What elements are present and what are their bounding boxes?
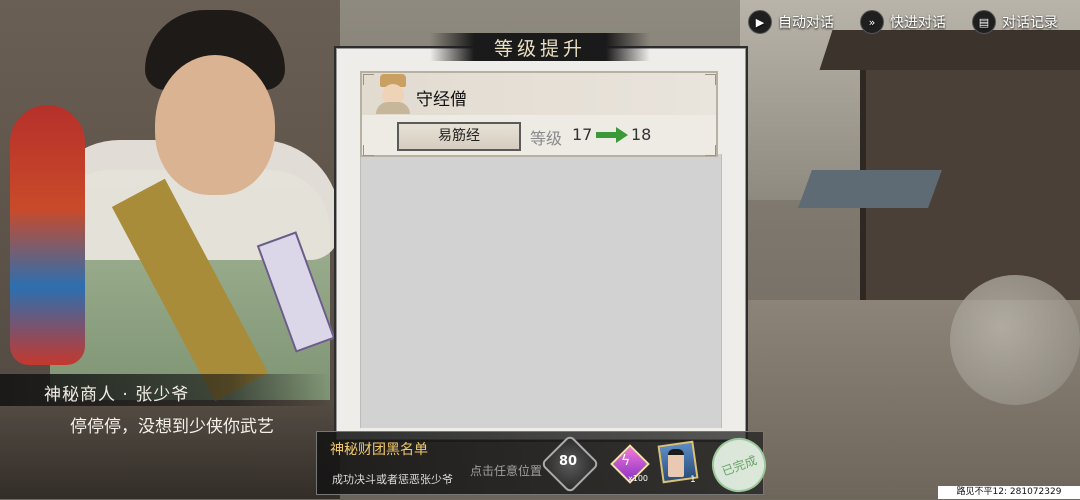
skill-button[interactable]: 易筋经 xyxy=(397,122,521,151)
level-badge-icon: 80 xyxy=(540,434,600,494)
quest-title: 神秘财团黑名单 xyxy=(330,442,428,458)
level-to: 18 xyxy=(631,125,652,144)
monk-avatar xyxy=(372,74,414,114)
speaker-portrait xyxy=(10,0,340,402)
dialog-text[interactable]: 停停停，没想到少侠你武艺 xyxy=(70,412,340,437)
parrot-icon xyxy=(10,105,85,365)
card-count: 1 xyxy=(690,475,696,485)
fast-dialog-label: 快进对话 xyxy=(890,15,946,31)
auto-dialog-label: 自动对话 xyxy=(778,15,834,31)
badge-value: 80 xyxy=(558,454,578,469)
monk-robe xyxy=(376,102,410,114)
arrow-right-icon xyxy=(596,127,628,143)
background-awning xyxy=(798,170,942,208)
corner-ornament xyxy=(705,74,716,85)
corner-ornament xyxy=(363,145,374,156)
dialog-log-label: 对话记录 xyxy=(1002,15,1058,31)
purple-gem-icon: ϟ x100 xyxy=(610,444,650,484)
panel-body xyxy=(360,154,722,428)
gem-count: x100 xyxy=(628,474,649,483)
corner-ornament xyxy=(705,145,716,156)
level-from: 17 xyxy=(572,125,593,144)
background-umbrella xyxy=(950,275,1080,405)
play-icon: ▶ xyxy=(748,10,772,34)
book-icon: ▤ xyxy=(972,10,996,34)
level-label: 等级 xyxy=(530,129,563,148)
tap-hint-text: 点击任意位置 xyxy=(470,464,543,478)
completed-label: 已完成 xyxy=(719,452,759,479)
character-card-icon: 1 xyxy=(657,440,699,485)
auto-dialog-button[interactable]: ▶ 自动对话 xyxy=(748,10,834,34)
version-label: 路见不平12: 281072329 xyxy=(938,486,1080,499)
fast-forward-icon: » xyxy=(860,10,884,34)
lightning-icon: ϟ xyxy=(621,453,631,469)
portrait-face xyxy=(155,55,275,195)
dialog-log-button[interactable]: ▤ 对话记录 xyxy=(972,10,1058,34)
fast-dialog-button[interactable]: » 快进对话 xyxy=(860,10,946,34)
hero-name: 守经僧 xyxy=(416,90,467,110)
panel-title: 等级提升 xyxy=(493,38,586,60)
speaker-name: 神秘商人 · 张少爷 xyxy=(44,385,190,405)
card-portrait xyxy=(668,449,684,477)
quest-description: 成功决斗或者惩恶张少爷 xyxy=(332,473,453,486)
